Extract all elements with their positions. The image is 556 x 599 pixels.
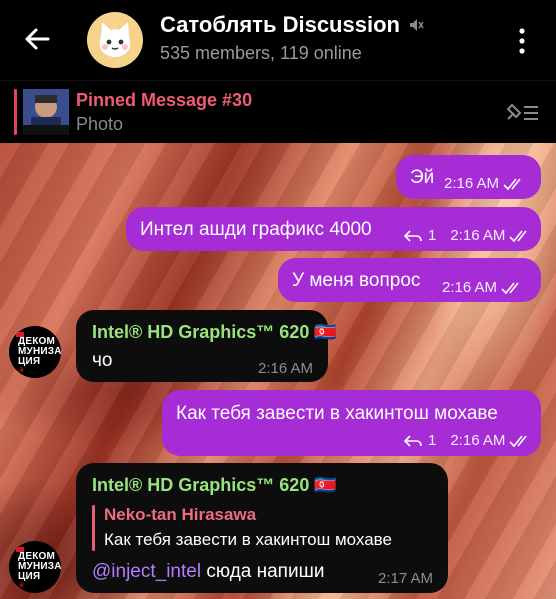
double-check-icon xyxy=(503,178,521,190)
reply-arrow-icon[interactable] xyxy=(402,228,424,244)
mention-link[interactable]: @inject_intel xyxy=(92,561,201,582)
pinned-thumbnail xyxy=(23,89,69,135)
chat-header: Сатоблять Discussion 535 members, 119 on… xyxy=(0,0,556,80)
message-meta: 1 2:16 AM xyxy=(402,432,531,449)
avatar-caption: ДЕКОМ МУНИЗА ЦИЯ xyxy=(18,336,61,367)
message-text-body: сюда напиши xyxy=(201,561,325,582)
message-text: У меня вопрос xyxy=(292,270,421,291)
pinned-accent-bar xyxy=(14,89,17,135)
message-bubble-outgoing[interactable]: Как тебя завести в хакинтош мохаве 1 2:1… xyxy=(162,390,541,456)
avatar-caption: ДЕКОМ МУНИЗА ЦИЯ xyxy=(18,551,61,582)
sender-avatar[interactable]: ДЕКОМ МУНИЗА ЦИЯ ☭ xyxy=(9,326,61,378)
message-time: 2:16 AM xyxy=(258,360,314,377)
reply-count: 1 xyxy=(428,432,437,449)
pinned-message-bar[interactable]: Pinned Message #30 Photo xyxy=(0,80,556,143)
more-vertical-icon[interactable] xyxy=(516,26,528,56)
sender-avatar[interactable]: ДЕКОМ МУНИЗА ЦИЯ ☭ xyxy=(9,541,61,593)
pinned-subtitle: Photo xyxy=(76,114,124,134)
message-meta: 2:17 AM xyxy=(378,570,433,587)
chat-subtitle: 535 members, 119 online xyxy=(160,43,362,63)
double-check-icon xyxy=(501,282,519,294)
message-meta: 2:16 AM xyxy=(442,279,523,296)
back-arrow-icon[interactable] xyxy=(22,24,52,54)
message-text: чо xyxy=(92,350,113,371)
message-bubble-outgoing[interactable]: У меня вопрос 2:16 AM xyxy=(278,258,541,302)
message-bubble-outgoing[interactable]: Эй 2:16 AM xyxy=(396,155,541,199)
pinned-title: Pinned Message #30 xyxy=(76,90,253,110)
quote-accent-bar xyxy=(92,505,95,551)
message-time: 2:16 AM xyxy=(450,432,506,449)
sender-name-text: Intel® HD Graphics™ 620 xyxy=(92,322,310,342)
quoted-message[interactable]: Neko-tan Hirasawa Как тебя завести в хак… xyxy=(92,503,432,553)
hammer-sickle-icon: ☭ xyxy=(17,366,25,375)
reply-count: 1 xyxy=(428,227,437,244)
hammer-sickle-icon: ☭ xyxy=(17,581,25,590)
reply-arrow-icon[interactable] xyxy=(402,433,424,449)
unpin-list-icon[interactable] xyxy=(504,101,540,125)
sender-name[interactable]: Intel® HD Graphics™ 620 🇰🇵 xyxy=(92,475,337,496)
message-bubble-incoming[interactable]: Intel® HD Graphics™ 620 🇰🇵 Neko-tan Hira… xyxy=(76,463,448,593)
message-time: 2:17 AM xyxy=(378,570,434,587)
double-check-icon xyxy=(509,230,528,242)
message-time: 2:16 AM xyxy=(450,227,506,244)
chat-title-text: Сатоблять Discussion xyxy=(160,12,400,37)
message-text: Эй xyxy=(410,167,435,188)
quote-text: Как тебя завести в хакинтош мохаве xyxy=(104,530,392,549)
cat-face-icon xyxy=(99,22,131,57)
flag-emoji: 🇰🇵 xyxy=(314,475,337,495)
message-meta: 2:16 AM xyxy=(258,360,313,377)
chat-title[interactable]: Сатоблять Discussion xyxy=(160,12,424,38)
message-time: 2:16 AM xyxy=(444,175,500,192)
message-text: Как тебя завести в хакинтош мохаве xyxy=(176,403,498,424)
quote-sender-name: Neko-tan Hirasawa xyxy=(104,505,257,524)
message-bubble-outgoing[interactable]: Интел ашди графикс 4000 1 2:16 AM xyxy=(126,207,541,251)
sender-name-text: Intel® HD Graphics™ 620 xyxy=(92,475,310,495)
message-text: Интел ашди графикс 4000 xyxy=(140,219,372,240)
sender-name[interactable]: Intel® HD Graphics™ 620 🇰🇵 xyxy=(92,322,337,343)
message-bubble-incoming[interactable]: Intel® HD Graphics™ 620 🇰🇵 чо 2:16 AM xyxy=(76,310,337,382)
flag-emoji: 🇰🇵 xyxy=(314,322,337,342)
group-avatar[interactable] xyxy=(87,12,143,68)
message-meta: 1 2:16 AM xyxy=(402,227,531,244)
double-check-icon xyxy=(509,435,528,447)
muted-speaker-icon xyxy=(409,19,424,31)
message-meta: 2:16 AM xyxy=(444,175,525,192)
message-text: @inject_intel сюда напиши xyxy=(92,561,324,583)
message-time: 2:16 AM xyxy=(442,279,498,296)
